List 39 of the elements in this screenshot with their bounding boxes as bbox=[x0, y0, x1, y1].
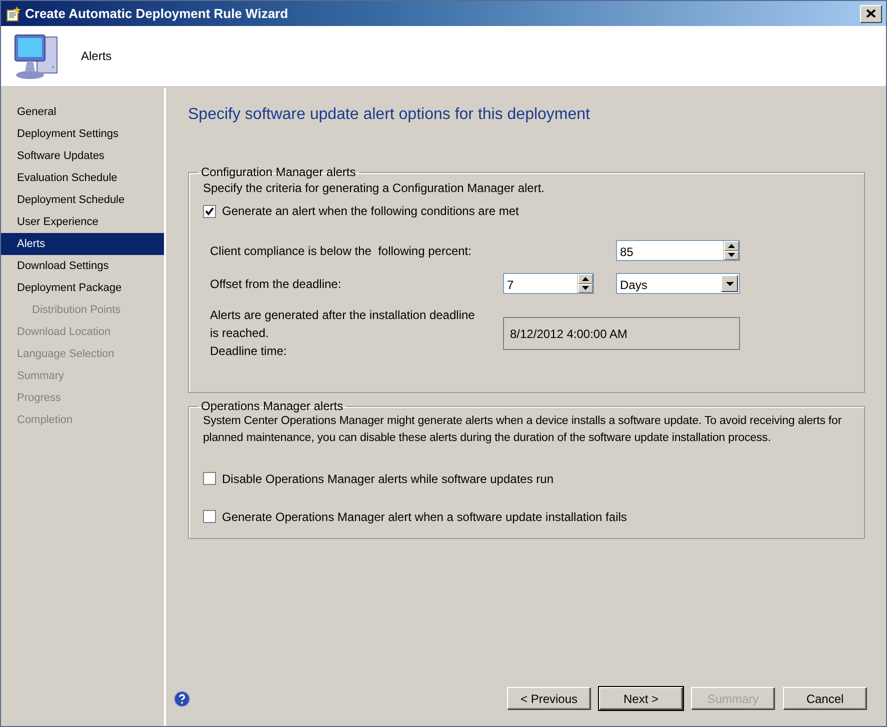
field-label: Alerts are generated after the installation deadline is reached. bbox=[210, 307, 476, 342]
wizard-icon bbox=[5, 6, 21, 22]
checkbox[interactable] bbox=[203, 472, 216, 485]
page-title: Specify software update alert options for this deployment bbox=[188, 105, 591, 125]
sidebar-item[interactable]: Software Updates bbox=[1, 145, 164, 167]
description: Specify the criteria for generating a Configuration Manager alert. bbox=[203, 180, 546, 197]
group-label: Operations Manager alerts bbox=[200, 399, 344, 413]
group-label: Configuration Manager alerts bbox=[200, 165, 357, 179]
sidebar-item[interactable]: Deployment Package bbox=[1, 277, 164, 299]
spin-field[interactable]: 7 bbox=[503, 273, 594, 294]
field-label: Client compliance is below the following percent: bbox=[210, 242, 472, 260]
spin-field[interactable]: 85 bbox=[616, 240, 740, 261]
spin-up-icon[interactable] bbox=[724, 241, 739, 250]
close-button[interactable] bbox=[860, 4, 882, 22]
wizard-button[interactable]: Next > bbox=[599, 687, 683, 710]
sidebar-item[interactable]: User Experience bbox=[1, 211, 164, 233]
header-title: Alerts bbox=[81, 48, 112, 65]
sidebar-item[interactable]: Deployment Schedule bbox=[1, 189, 164, 211]
help-icon[interactable] bbox=[174, 690, 190, 706]
spin-up-icon[interactable] bbox=[578, 274, 593, 284]
sidebar-item[interactable]: Download Settings bbox=[1, 255, 164, 277]
checkbox-label: Disable Operations Manager alerts while software updates run bbox=[222, 470, 554, 488]
dropdown[interactable]: Days bbox=[616, 273, 740, 294]
field-label: Deadline time: bbox=[210, 343, 288, 360]
wizard-button[interactable]: Cancel bbox=[783, 687, 867, 710]
sidebar-item[interactable]: Alerts bbox=[1, 233, 164, 255]
checkbox-label: Generate an alert when the following conditions are met bbox=[222, 203, 519, 220]
sidebar-item[interactable]: Evaluation Schedule bbox=[1, 167, 164, 189]
window-title: Create Automatic Deployment Rule Wizard bbox=[25, 4, 288, 23]
checkbox[interactable] bbox=[203, 204, 216, 218]
close-icon[interactable] bbox=[866, 9, 876, 18]
description: System Center Operations Manager might generate alerts when a device installs a software update. To avoid receiving alerts for planned maintenance, you can disable these alerts during the duration of the software update installation process. bbox=[203, 414, 843, 446]
sidebar-item[interactable]: General bbox=[1, 101, 164, 123]
readonly-field: 8/12/2012 4:00:00 AM bbox=[503, 316, 740, 350]
checkbox[interactable] bbox=[203, 510, 216, 523]
field-label: Offset from the deadline: bbox=[210, 276, 342, 292]
sidebar-item[interactable]: Deployment Settings bbox=[1, 123, 164, 145]
checkbox-label: Generate Operations Manager alert when a software update installation fails bbox=[222, 508, 627, 526]
wizard-button[interactable]: < Previous bbox=[507, 687, 591, 710]
